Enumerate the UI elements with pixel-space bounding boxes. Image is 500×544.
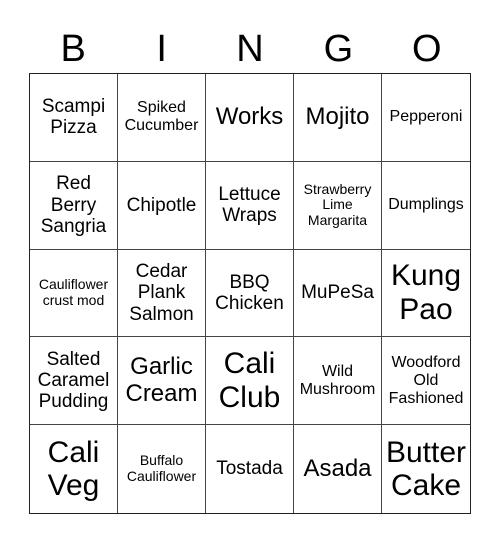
bingo-cell-b1[interactable]: Scampi Pizza <box>30 74 118 162</box>
title-letter-b: B <box>60 28 86 70</box>
cell-label: Butter Cake <box>385 435 467 503</box>
bingo-cell-o4[interactable]: Woodford Old Fashioned <box>382 337 470 426</box>
cell-label: Tostada <box>216 458 283 480</box>
title-letter-i: I <box>156 28 167 70</box>
bingo-cell-i5[interactable]: Buffalo Cauliflower <box>118 425 206 513</box>
bingo-cell-g3[interactable]: MuPeSa <box>294 249 382 338</box>
bingo-cell-b3[interactable]: Cauliflower crust mod <box>30 249 118 338</box>
cell-label: Spiked Cucumber <box>124 99 199 135</box>
bingo-cell-i3[interactable]: Cedar Plank Salmon <box>118 249 206 338</box>
cell-label: Red Berry Sangria <box>40 173 107 237</box>
bingo-cell-o3[interactable]: Kung Pao <box>382 250 470 338</box>
title-letter-o: O <box>412 28 442 70</box>
cell-label: Kung Pao <box>390 259 462 326</box>
bingo-cell-n3[interactable]: BBQ Chicken <box>206 249 294 338</box>
cell-label: Wild Mushroom <box>299 362 376 398</box>
bingo-cell-b5[interactable]: Cali Veg <box>30 425 118 513</box>
bingo-title: B I N G O <box>29 26 471 72</box>
cell-label: Lettuce Wraps <box>218 183 281 227</box>
bingo-cell-o1[interactable]: Pepperoni <box>382 74 470 162</box>
bingo-cell-i4[interactable]: Garlic Cream <box>118 337 206 426</box>
title-letter-g: G <box>323 28 354 70</box>
bingo-cell-g1[interactable]: Mojito <box>294 74 382 162</box>
cell-label: Cali Veg <box>47 435 100 503</box>
cell-label: Salted Caramel Pudding <box>37 348 110 413</box>
cell-label: Garlic Cream <box>125 352 198 407</box>
bingo-cell-b4[interactable]: Salted Caramel Pudding <box>30 337 118 426</box>
bingo-cell-n2[interactable]: Lettuce Wraps <box>206 161 294 250</box>
cell-label: BBQ Chicken <box>215 271 284 314</box>
bingo-cell-i1[interactable]: Spiked Cucumber <box>118 74 206 162</box>
bingo-cell-n4[interactable]: Cali Club <box>206 337 294 426</box>
cell-label: Scampi Pizza <box>41 96 106 139</box>
cell-label: Buffalo Cauliflower <box>126 452 197 485</box>
bingo-cell-i2[interactable]: Chipotle <box>118 161 206 250</box>
cell-label: Strawberry Lime Margarita <box>303 180 372 229</box>
cell-label: Cedar Plank Salmon <box>129 261 194 325</box>
cell-label: Asada <box>303 454 372 482</box>
cell-label: Dumplings <box>388 196 464 214</box>
bingo-board: Scampi Pizza Spiked Cucumber Works Mojito Pe… <box>29 73 471 514</box>
cell-label: Pepperoni <box>389 108 463 126</box>
cell-label: Cauliflower crust mod <box>38 276 109 308</box>
title-letter-n: N <box>236 28 264 70</box>
bingo-cell-o2[interactable]: Dumplings <box>382 162 470 250</box>
bingo-cell-g2[interactable]: Strawberry Lime Margarita <box>294 161 382 250</box>
bingo-cell-o5[interactable]: Butter Cake <box>382 425 470 513</box>
cell-label: Works <box>215 102 284 130</box>
cell-label: Mojito <box>305 102 370 130</box>
cell-label: Woodford Old Fashioned <box>388 353 464 407</box>
bingo-cell-b2[interactable]: Red Berry Sangria <box>30 161 118 250</box>
bingo-cell-n1[interactable]: Works <box>206 74 294 162</box>
cell-label: Chipotle <box>126 194 197 216</box>
cell-label: Cali Club <box>218 347 281 414</box>
bingo-cell-g4[interactable]: Wild Mushroom <box>294 337 382 426</box>
bingo-cell-g5[interactable]: Asada <box>294 425 382 513</box>
cell-label: MuPeSa <box>301 282 374 304</box>
bingo-cell-n5[interactable]: Tostada <box>206 425 294 513</box>
